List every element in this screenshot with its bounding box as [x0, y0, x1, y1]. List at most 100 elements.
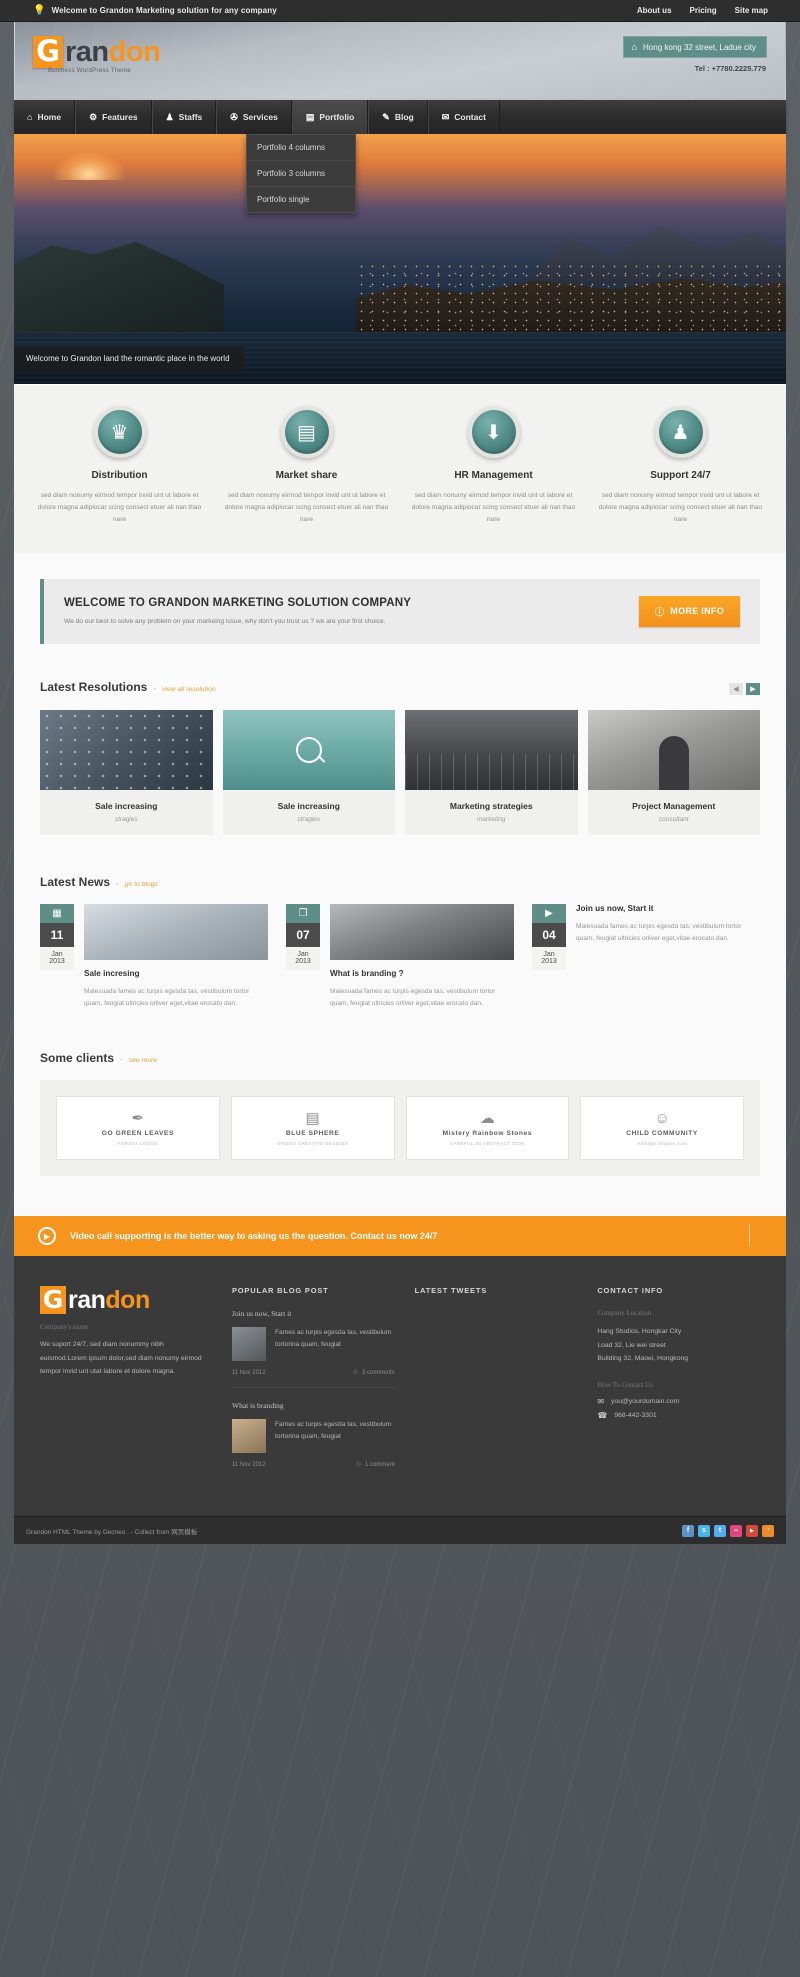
client-logo[interactable]: ✒ GO GREEN LEAVES FOREST LOGOS — [56, 1096, 220, 1161]
footer-post-title[interactable]: What is branding — [232, 1401, 395, 1410]
resolution-card[interactable]: Marketing strategies marketing — [405, 709, 578, 835]
news-item[interactable]: ❐ 07 Jan 2013 What is branding ? Malesua… — [286, 903, 514, 1012]
trophy-icon: ♛ — [93, 406, 146, 458]
news-header: Latest News - go to blogs — [40, 875, 760, 889]
footer-contact-heading: CONTACT INFO — [597, 1286, 664, 1296]
news-dash: - — [116, 878, 119, 888]
client-logo[interactable]: ☺ CHILD COMMUNITY Abstract shapes icon — [580, 1096, 744, 1161]
news-item[interactable]: ▶ 04 Jan 2013 Join us now, Start it Male… — [532, 903, 760, 1012]
resolutions-view-all-link[interactable]: view all resolution — [162, 686, 216, 693]
top-bar: 💡 Welcome to Grandon Marketing solution … — [0, 0, 800, 22]
comment-icon: ☉ — [352, 1370, 358, 1377]
news-go-to-blogs-link[interactable]: go to blogs — [125, 881, 158, 888]
nav-item-features[interactable]: ⚙ Features — [75, 100, 152, 134]
site-logo[interactable]: G randon — [33, 36, 161, 68]
feature-desc: sed diam nonumy eirmod tempor invid unt … — [411, 492, 576, 524]
footer-contact-column: CONTACT INFO Company Location Hang Studi… — [597, 1286, 760, 1492]
more-info-label: MORE INFO — [670, 606, 724, 617]
footer-post[interactable]: Fames ac turpis egesda tas, vestibulum t… — [232, 1419, 395, 1454]
news-date-box: ▶ 04 Jan 2013 — [532, 903, 566, 970]
client-logo[interactable]: ▤ BLUE SPHERE STUDIO CREATIVE DESIGNS — [230, 1096, 395, 1161]
news-grid: ▦ 11 Jan 2013 Sale incresing Malesuada f… — [40, 903, 760, 1012]
nav-item-contact[interactable]: ✉ Contact — [427, 100, 500, 134]
footer-logo-word-don: don — [105, 1286, 150, 1315]
client-subtitle: Abstract shapes icon — [637, 1140, 688, 1146]
resolutions-dash: - — [153, 683, 157, 693]
hero-slider[interactable]: Welcome to Grandon land the romantic pla… — [14, 134, 786, 384]
feature-market-share[interactable]: ▤ Market share sed diam nonumy eirmod te… — [213, 406, 400, 527]
nav-item-blog[interactable]: ✎ Blog — [368, 100, 428, 134]
stones-icon: ☁ — [479, 1109, 495, 1127]
client-name: CHILD COMMUNITY — [626, 1129, 698, 1137]
footer-post-meta: 11 Nov 2012 ☉ 1 comment — [232, 1461, 395, 1479]
footer-email-row[interactable]: ✉ you@yourdomain.com — [597, 1397, 760, 1406]
nav-item-portfolio[interactable]: ▤ Portfolio — [291, 100, 369, 134]
footer-post-comments[interactable]: 3 comments — [362, 1370, 395, 1376]
news-date-box: ❐ 07 Jan 2013 — [286, 903, 320, 970]
client-subtitle: FOREST LOGOS — [117, 1140, 158, 1146]
resolution-image — [587, 709, 760, 790]
client-name: BLUE SPHERE — [285, 1129, 340, 1137]
top-link-pricing[interactable]: Pricing — [690, 6, 717, 15]
footer-email: you@yourdomain.com — [611, 1398, 680, 1405]
avatar — [232, 1419, 266, 1454]
resolution-card[interactable]: Sale increasing stragies — [222, 709, 395, 835]
gear-icon: ⚙ — [89, 111, 98, 122]
chevron-left-icon[interactable]: ◀ — [729, 682, 743, 695]
footer-post-title[interactable]: Join us now, Start it — [232, 1309, 395, 1318]
feature-desc: sed diam nonumy eirmod tempor invid unt … — [224, 492, 389, 524]
features-band: ♛ Distribution sed diam nonumy eirmod te… — [14, 384, 786, 553]
chart-icon: ▦ — [40, 903, 74, 923]
feature-support-247[interactable]: ♟ Support 24/7 sed diam nonumy eirmod te… — [587, 406, 774, 527]
resolution-card[interactable]: Project Management consultant — [587, 709, 760, 835]
footer-post[interactable]: Fames ac turpis egesda tas, vestibulum t… — [232, 1327, 395, 1362]
chevron-right-icon[interactable]: ▶ — [746, 682, 760, 695]
footer-post-comments[interactable]: 1 comment — [365, 1462, 395, 1468]
copyright-text: Grandon HTML Theme by Decneo . - Collect… — [26, 1528, 198, 1536]
resolution-card[interactable]: Sale increasing stragies — [40, 709, 213, 835]
feature-title: Market share — [275, 470, 338, 481]
video-icon: ▶ — [532, 903, 566, 923]
dropdown-item-portfolio-single[interactable]: Portfolio single — [247, 187, 355, 212]
more-info-button[interactable]: ⓘ MORE INFO — [638, 595, 740, 627]
envelope-icon: ✉ — [441, 111, 450, 122]
top-link-about-us[interactable]: About us — [637, 6, 672, 15]
rss-icon[interactable]: ◔ — [762, 1524, 774, 1537]
sphere-icon: ▤ — [305, 1109, 320, 1127]
welcome-heading: WELCOME TO GRANDON MARKETING SOLUTION CO… — [64, 597, 412, 610]
site-footer: G randon Company's name We suport 24/7, … — [14, 1256, 786, 1517]
nav-label-blog: Blog — [394, 112, 414, 122]
dropdown-item-portfolio-3-columns[interactable]: Portfolio 3 columns — [247, 161, 355, 187]
clients-see-more-link[interactable]: see more — [129, 1057, 157, 1064]
info-icon: ⓘ — [654, 606, 665, 617]
top-link-site-map[interactable]: Site map — [735, 6, 768, 15]
nav-item-staffs[interactable]: ♟ Staffs — [151, 100, 217, 134]
feature-hr-management[interactable]: ⬇ HR Management sed diam nonumy eirmod t… — [400, 406, 587, 527]
news-item[interactable]: ▦ 11 Jan 2013 Sale incresing Malesuada f… — [40, 903, 268, 1012]
nav-label-features: Features — [102, 112, 138, 122]
news-date-month: Jan — [51, 950, 63, 958]
news-date-day: 04 — [532, 922, 566, 947]
youtube-icon[interactable]: ▶ — [746, 1524, 758, 1537]
feature-distribution[interactable]: ♛ Distribution sed diam nonumy eirmod te… — [26, 406, 213, 527]
dropdown-item-portfolio-4-columns[interactable]: Portfolio 4 columns — [247, 135, 355, 161]
nav-label-staffs: Staffs — [178, 112, 203, 122]
nav-item-services[interactable]: ✇ Services — [216, 100, 292, 134]
flickr-icon[interactable]: •• — [730, 1524, 742, 1537]
avatar — [232, 1327, 266, 1362]
nav-label-services: Services — [242, 112, 278, 122]
logo-word-ran: ran — [65, 36, 109, 68]
skype-icon[interactable]: s — [698, 1524, 710, 1537]
client-logo[interactable]: ☁ Mistery Rainbow Stones CAREFUL 3D ABST… — [405, 1096, 570, 1161]
phone-icon: ☎ — [597, 1411, 608, 1420]
clients-title: Some clients — [40, 1051, 115, 1066]
news-date-year: 2013 — [295, 957, 311, 965]
twitter-icon[interactable]: t — [714, 1524, 726, 1537]
nav-item-home[interactable]: ⌂ Home — [14, 100, 76, 134]
search-icon — [317, 754, 326, 763]
facebook-icon[interactable]: f — [682, 1524, 694, 1537]
resolution-title: Sale increasing — [277, 800, 340, 811]
footer-logo[interactable]: G randon — [40, 1286, 212, 1315]
clients-band: ✒ GO GREEN LEAVES FOREST LOGOS ▤ BLUE SP… — [40, 1080, 760, 1177]
video-call-cta[interactable]: ▶ Video call supporting is the better wa… — [14, 1216, 786, 1257]
